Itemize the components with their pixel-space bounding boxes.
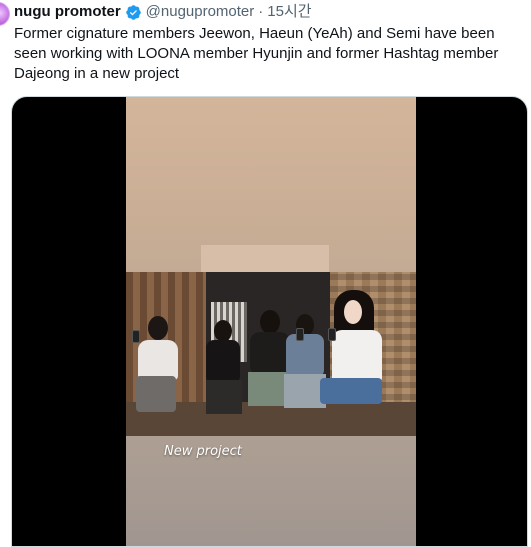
timestamp[interactable]: 15시간	[267, 3, 311, 21]
person-4	[284, 314, 328, 424]
tweet-text: Former cignature members Jeewon, Haeun (…	[14, 25, 499, 82]
person-1	[132, 316, 184, 416]
tweet-header: nugu promoter @nugupromoter · 15시간	[14, 3, 312, 21]
video-frame[interactable]: New project	[126, 97, 416, 546]
display-name[interactable]: nugu promoter	[14, 3, 121, 21]
studio-scene-photo	[126, 272, 416, 436]
verified-badge-icon	[125, 4, 141, 20]
handle[interactable]: @nugupromoter	[146, 3, 255, 21]
avatar[interactable]	[0, 2, 10, 26]
person-5	[320, 290, 390, 436]
separator-dot: ·	[258, 3, 264, 20]
video-caption: New project	[164, 444, 242, 459]
video-media[interactable]: New project	[11, 96, 528, 547]
person-2	[202, 320, 246, 420]
tweet: nugu promoter @nugupromoter · 15시간 Forme…	[0, 0, 531, 547]
